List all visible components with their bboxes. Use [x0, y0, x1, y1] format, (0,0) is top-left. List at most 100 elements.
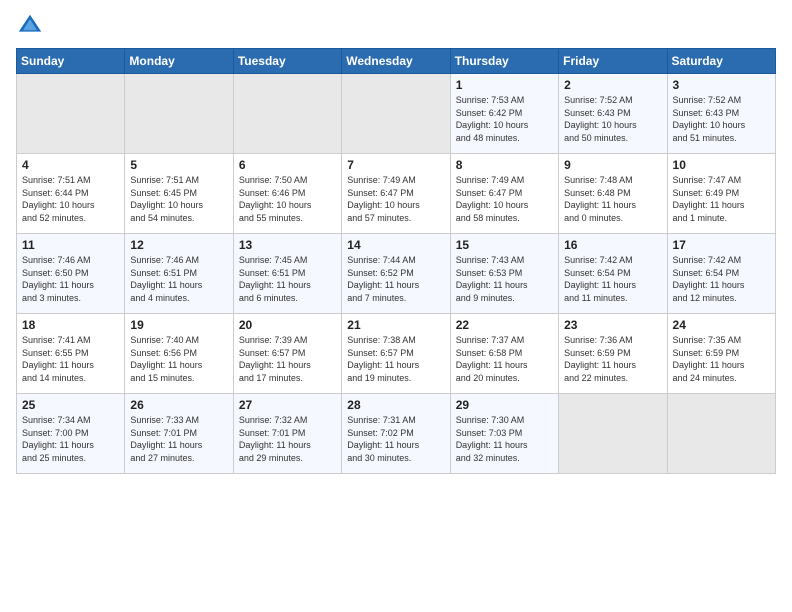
- day-info: Sunrise: 7:30 AM Sunset: 7:03 PM Dayligh…: [456, 414, 553, 464]
- day-number: 4: [22, 158, 119, 172]
- day-number: 17: [673, 238, 770, 252]
- day-info: Sunrise: 7:41 AM Sunset: 6:55 PM Dayligh…: [22, 334, 119, 384]
- calendar-cell: 12 Sunrise: 7:46 AM Sunset: 6:51 PM Dayli…: [125, 234, 233, 314]
- calendar-cell: 2 Sunrise: 7:52 AM Sunset: 6:43 PM Daylig…: [559, 74, 667, 154]
- calendar-cell: 5 Sunrise: 7:51 AM Sunset: 6:45 PM Daylig…: [125, 154, 233, 234]
- day-info: Sunrise: 7:42 AM Sunset: 6:54 PM Dayligh…: [564, 254, 661, 304]
- calendar-cell: 17 Sunrise: 7:42 AM Sunset: 6:54 PM Dayli…: [667, 234, 775, 314]
- weekday-header: Sunday: [17, 49, 125, 74]
- day-number: 20: [239, 318, 336, 332]
- day-number: 2: [564, 78, 661, 92]
- calendar-week-row: 1 Sunrise: 7:53 AM Sunset: 6:42 PM Daylig…: [17, 74, 776, 154]
- day-number: 23: [564, 318, 661, 332]
- calendar-cell: 18 Sunrise: 7:41 AM Sunset: 6:55 PM Dayli…: [17, 314, 125, 394]
- day-info: Sunrise: 7:51 AM Sunset: 6:44 PM Dayligh…: [22, 174, 119, 224]
- day-info: Sunrise: 7:45 AM Sunset: 6:51 PM Dayligh…: [239, 254, 336, 304]
- calendar-cell: 14 Sunrise: 7:44 AM Sunset: 6:52 PM Dayli…: [342, 234, 450, 314]
- day-info: Sunrise: 7:48 AM Sunset: 6:48 PM Dayligh…: [564, 174, 661, 224]
- day-info: Sunrise: 7:53 AM Sunset: 6:42 PM Dayligh…: [456, 94, 553, 144]
- day-number: 21: [347, 318, 444, 332]
- day-info: Sunrise: 7:46 AM Sunset: 6:51 PM Dayligh…: [130, 254, 227, 304]
- day-number: 7: [347, 158, 444, 172]
- calendar-cell: 29 Sunrise: 7:30 AM Sunset: 7:03 PM Dayli…: [450, 394, 558, 474]
- day-info: Sunrise: 7:37 AM Sunset: 6:58 PM Dayligh…: [456, 334, 553, 384]
- calendar-table: SundayMondayTuesdayWednesdayThursdayFrid…: [16, 48, 776, 474]
- day-number: 8: [456, 158, 553, 172]
- day-number: 5: [130, 158, 227, 172]
- day-info: Sunrise: 7:32 AM Sunset: 7:01 PM Dayligh…: [239, 414, 336, 464]
- day-number: 16: [564, 238, 661, 252]
- calendar-cell: [559, 394, 667, 474]
- day-info: Sunrise: 7:50 AM Sunset: 6:46 PM Dayligh…: [239, 174, 336, 224]
- calendar-cell: 13 Sunrise: 7:45 AM Sunset: 6:51 PM Dayli…: [233, 234, 341, 314]
- weekday-header: Tuesday: [233, 49, 341, 74]
- day-number: 1: [456, 78, 553, 92]
- calendar-cell: 26Sunrise: 7:33 AM Sunset: 7:01 PM Dayli…: [125, 394, 233, 474]
- calendar-cell: 24 Sunrise: 7:35 AM Sunset: 6:59 PM Dayli…: [667, 314, 775, 394]
- day-info: Sunrise: 7:36 AM Sunset: 6:59 PM Dayligh…: [564, 334, 661, 384]
- calendar-body: 1 Sunrise: 7:53 AM Sunset: 6:42 PM Daylig…: [17, 74, 776, 474]
- day-info: Sunrise: 7:42 AM Sunset: 6:54 PM Dayligh…: [673, 254, 770, 304]
- day-info: Sunrise: 7:49 AM Sunset: 6:47 PM Dayligh…: [347, 174, 444, 224]
- day-number: 14: [347, 238, 444, 252]
- calendar-cell: 15 Sunrise: 7:43 AM Sunset: 6:53 PM Dayli…: [450, 234, 558, 314]
- day-info: Sunrise: 7:52 AM Sunset: 6:43 PM Dayligh…: [564, 94, 661, 144]
- day-info: Sunrise: 7:38 AM Sunset: 6:57 PM Dayligh…: [347, 334, 444, 384]
- calendar-cell: 25 Sunrise: 7:34 AM Sunset: 7:00 PM Dayli…: [17, 394, 125, 474]
- calendar-cell: [17, 74, 125, 154]
- day-info: Sunrise: 7:47 AM Sunset: 6:49 PM Dayligh…: [673, 174, 770, 224]
- calendar-cell: 8 Sunrise: 7:49 AM Sunset: 6:47 PM Daylig…: [450, 154, 558, 234]
- day-number: 24: [673, 318, 770, 332]
- day-info: Sunrise: 7:49 AM Sunset: 6:47 PM Dayligh…: [456, 174, 553, 224]
- day-number: 10: [673, 158, 770, 172]
- day-number: 19: [130, 318, 227, 332]
- weekday-header: Thursday: [450, 49, 558, 74]
- calendar-header: SundayMondayTuesdayWednesdayThursdayFrid…: [17, 49, 776, 74]
- calendar-cell: 4 Sunrise: 7:51 AM Sunset: 6:44 PM Daylig…: [17, 154, 125, 234]
- calendar-cell: 20 Sunrise: 7:39 AM Sunset: 6:57 PM Dayli…: [233, 314, 341, 394]
- calendar-cell: [233, 74, 341, 154]
- calendar-cell: [125, 74, 233, 154]
- calendar-cell: [342, 74, 450, 154]
- calendar-cell: 7 Sunrise: 7:49 AM Sunset: 6:47 PM Daylig…: [342, 154, 450, 234]
- day-number: 18: [22, 318, 119, 332]
- weekday-header: Saturday: [667, 49, 775, 74]
- day-number: 22: [456, 318, 553, 332]
- day-info: Sunrise: 7:39 AM Sunset: 6:57 PM Dayligh…: [239, 334, 336, 384]
- calendar-week-row: 25 Sunrise: 7:34 AM Sunset: 7:00 PM Dayli…: [17, 394, 776, 474]
- logo: [16, 12, 48, 40]
- weekday-header: Wednesday: [342, 49, 450, 74]
- calendar-cell: 16 Sunrise: 7:42 AM Sunset: 6:54 PM Dayli…: [559, 234, 667, 314]
- calendar-cell: [667, 394, 775, 474]
- day-number: 27: [239, 398, 336, 412]
- calendar-cell: 19 Sunrise: 7:40 AM Sunset: 6:56 PM Dayli…: [125, 314, 233, 394]
- day-number: 12: [130, 238, 227, 252]
- weekday-header: Friday: [559, 49, 667, 74]
- day-info: Sunrise: 7:43 AM Sunset: 6:53 PM Dayligh…: [456, 254, 553, 304]
- day-number: 26: [130, 398, 227, 412]
- day-number: 25: [22, 398, 119, 412]
- weekday-header: Monday: [125, 49, 233, 74]
- calendar-cell: 3Sunrise: 7:52 AM Sunset: 6:43 PM Daylig…: [667, 74, 775, 154]
- calendar-cell: 21 Sunrise: 7:38 AM Sunset: 6:57 PM Dayli…: [342, 314, 450, 394]
- header: [16, 12, 776, 40]
- day-info: Sunrise: 7:31 AM Sunset: 7:02 PM Dayligh…: [347, 414, 444, 464]
- calendar-cell: 23 Sunrise: 7:36 AM Sunset: 6:59 PM Dayli…: [559, 314, 667, 394]
- day-number: 11: [22, 238, 119, 252]
- day-number: 13: [239, 238, 336, 252]
- calendar-cell: 10 Sunrise: 7:47 AM Sunset: 6:49 PM Dayli…: [667, 154, 775, 234]
- day-info: Sunrise: 7:51 AM Sunset: 6:45 PM Dayligh…: [130, 174, 227, 224]
- page: SundayMondayTuesdayWednesdayThursdayFrid…: [0, 0, 792, 612]
- calendar-cell: 28Sunrise: 7:31 AM Sunset: 7:02 PM Dayli…: [342, 394, 450, 474]
- day-number: 29: [456, 398, 553, 412]
- day-number: 6: [239, 158, 336, 172]
- day-info: Sunrise: 7:40 AM Sunset: 6:56 PM Dayligh…: [130, 334, 227, 384]
- calendar-cell: 9Sunrise: 7:48 AM Sunset: 6:48 PM Daylig…: [559, 154, 667, 234]
- day-info: Sunrise: 7:35 AM Sunset: 6:59 PM Dayligh…: [673, 334, 770, 384]
- day-info: Sunrise: 7:44 AM Sunset: 6:52 PM Dayligh…: [347, 254, 444, 304]
- calendar-cell: 27 Sunrise: 7:32 AM Sunset: 7:01 PM Dayli…: [233, 394, 341, 474]
- day-number: 15: [456, 238, 553, 252]
- calendar-week-row: 11Sunrise: 7:46 AM Sunset: 6:50 PM Dayli…: [17, 234, 776, 314]
- day-info: Sunrise: 7:34 AM Sunset: 7:00 PM Dayligh…: [22, 414, 119, 464]
- day-number: 3: [673, 78, 770, 92]
